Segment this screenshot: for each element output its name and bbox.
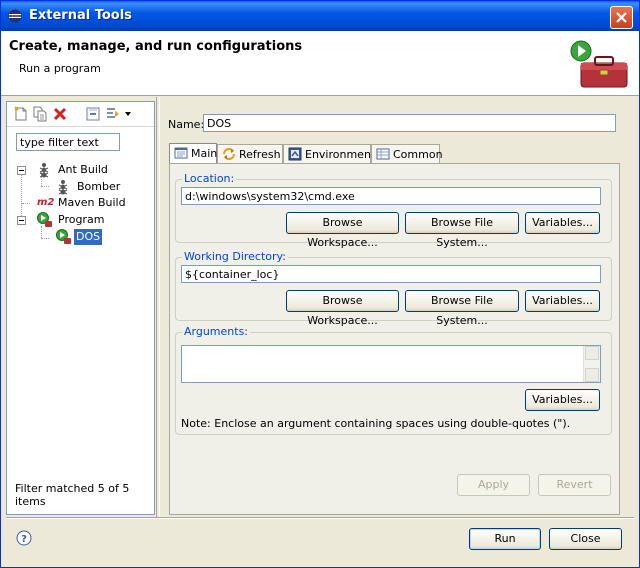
title-bar[interactable]: External Tools — [1, 1, 639, 31]
tree-item-bomber[interactable]: Bomber — [7, 179, 154, 195]
tree-toolbar — [7, 102, 154, 127]
dialog-header: Create, manage, and run configurations R… — [1, 31, 639, 96]
collapse-toggle-icon[interactable] — [17, 166, 26, 175]
location-label: Location: — [182, 172, 237, 185]
main-tab-icon — [174, 147, 188, 159]
m2-icon: m2 — [37, 197, 55, 208]
workdir-browse-workspace-button[interactable]: Browse Workspace... — [286, 290, 399, 327]
header-subtitle: Run a program — [19, 62, 101, 75]
delete-configuration-icon[interactable] — [52, 106, 68, 122]
apply-button[interactable]: Apply — [457, 474, 530, 496]
arguments-note: Note: Enclose an argument containing spa… — [181, 417, 571, 430]
program-run-icon — [37, 212, 52, 227]
tree-item-label: Maven Build — [58, 196, 126, 209]
filter-input[interactable]: type filter text — [16, 133, 120, 151]
tree-item-dos[interactable]: DOS — [7, 229, 154, 245]
common-tab-icon — [376, 148, 390, 160]
arguments-textarea[interactable] — [181, 345, 601, 383]
tab-common[interactable]: Common — [371, 144, 443, 163]
svg-text:?: ? — [21, 534, 27, 545]
ant-icon — [39, 163, 49, 178]
tree-item-label: Program — [58, 213, 105, 226]
footer-separator — [6, 517, 634, 519]
environment-icon — [288, 147, 302, 161]
program-run-icon — [56, 229, 71, 244]
scroll-up-icon[interactable] — [585, 346, 599, 360]
arguments-variables-button[interactable]: Variables... — [525, 389, 600, 411]
name-label: Name: — [168, 118, 205, 131]
workdir-variables-button[interactable]: Variables... — [525, 290, 600, 312]
tab-main[interactable]: Main — [169, 143, 217, 164]
new-launch-configuration-icon[interactable] — [13, 106, 29, 122]
location-group: Location: d:\windows\system32\cmd.exe Br… — [175, 172, 612, 249]
configuration-tree-pane: type filter text Ant Build Bomber m2 Mav… — [6, 101, 155, 515]
location-browse-workspace-button[interactable]: Browse Workspace... — [286, 212, 399, 249]
name-field[interactable]: DOS — [203, 114, 616, 132]
tree-item-maven-build[interactable]: m2 Maven Build — [7, 195, 154, 211]
arguments-scrollbar[interactable] — [583, 346, 600, 382]
tree-item-program[interactable]: Program — [7, 212, 154, 228]
main-tab-panel: Location: d:\windows\system32\cmd.exe Br… — [169, 163, 620, 515]
location-variables-button[interactable]: Variables... — [525, 212, 600, 234]
ant-icon — [58, 180, 68, 195]
tree-item-label: DOS — [74, 229, 103, 245]
workdir-browse-file-system-button[interactable]: Browse File System... — [405, 290, 519, 327]
arguments-label: Arguments: — [182, 325, 251, 338]
tree-item-label: Bomber — [77, 180, 121, 193]
filter-status: Filter matched 5 of 5 items — [15, 482, 130, 508]
tree-item-ant-build[interactable]: Ant Build — [7, 162, 154, 178]
close-button[interactable]: Close — [549, 528, 622, 550]
close-icon — [616, 12, 627, 23]
tab-environment[interactable]: Environment — [283, 144, 375, 163]
collapse-all-icon[interactable] — [85, 106, 101, 122]
arguments-group: Arguments: Variables... Note: Enclose an… — [175, 325, 612, 435]
location-browse-file-system-button[interactable]: Browse File System... — [405, 212, 519, 249]
refresh-icon — [223, 148, 235, 160]
working-directory-label: Working Directory: — [182, 250, 288, 263]
view-menu-chevron-down-icon[interactable] — [124, 110, 132, 118]
location-field[interactable]: d:\windows\system32\cmd.exe — [181, 187, 601, 205]
filter-configurations-icon[interactable] — [105, 106, 121, 122]
scroll-down-icon[interactable] — [585, 368, 599, 382]
help-icon[interactable]: ? — [16, 530, 32, 546]
window-title: External Tools — [29, 8, 132, 23]
collapse-toggle-icon[interactable] — [17, 216, 26, 225]
tab-refresh[interactable]: Refresh — [217, 144, 283, 163]
toolbox-run-icon — [570, 40, 628, 88]
run-button[interactable]: Run — [469, 528, 541, 550]
revert-button[interactable]: Revert — [538, 474, 611, 496]
window-close-button[interactable] — [610, 6, 633, 29]
external-tools-dialog: External Tools Create, manage, and run c… — [0, 0, 640, 568]
tree-item-label: Ant Build — [58, 163, 108, 176]
working-directory-field[interactable]: ${container_loc} — [181, 265, 601, 283]
configuration-editor: Name: DOS Main Refresh Environment Commo… — [160, 101, 628, 515]
header-title: Create, manage, and run configurations — [9, 39, 303, 54]
duplicate-configuration-icon[interactable] — [32, 106, 48, 122]
working-directory-group: Working Directory: ${container_loc} Brow… — [175, 250, 612, 327]
eclipse-icon — [8, 9, 22, 23]
